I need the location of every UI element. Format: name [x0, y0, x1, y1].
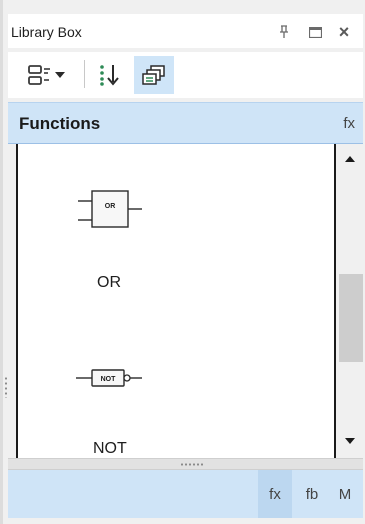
item-label-not: NOT	[93, 440, 127, 457]
library-box-panel: Library Box × Functions fx OR OR NOT NOT…	[0, 0, 365, 524]
scrollbar-thumb[interactable]	[339, 274, 363, 362]
scroll-up-button[interactable]	[336, 146, 363, 172]
sort-icon	[100, 65, 119, 86]
list-item-or[interactable]: OR OR	[18, 144, 334, 314]
scroll-down-arrow-icon	[344, 438, 355, 444]
vertical-scrollbar[interactable]	[336, 144, 363, 458]
scroll-down-button[interactable]	[336, 428, 363, 454]
tab-functions[interactable]: fx	[258, 470, 292, 518]
library-type-tabs: fx fb M	[8, 470, 363, 518]
pin-icon[interactable]	[273, 21, 295, 43]
functions-section-header[interactable]: Functions fx	[8, 102, 363, 144]
close-icon[interactable]: ×	[333, 21, 355, 43]
function-list[interactable]: OR OR NOT NOT	[16, 144, 336, 458]
scroll-up-arrow-icon	[344, 156, 355, 162]
item-label-or: OR	[97, 274, 121, 291]
not-block-icon: NOT	[76, 369, 142, 387]
or-block-icon: OR	[78, 190, 142, 228]
section-title: Functions	[19, 114, 101, 133]
panel-splitter[interactable]	[8, 458, 363, 470]
or-block-text: OR	[105, 203, 116, 210]
panel-title: Library Box	[11, 24, 82, 40]
toolbar-separator	[84, 60, 85, 88]
library-toolbar	[8, 52, 363, 98]
panel-title-bar: Library Box ×	[8, 14, 363, 48]
sort-button[interactable]	[90, 56, 130, 94]
list-view-dropdown-icon	[28, 65, 65, 85]
stacked-library-icon	[142, 65, 165, 85]
group-button[interactable]	[134, 56, 174, 94]
list-item-not[interactable]: NOT NOT	[18, 344, 334, 458]
resize-grip[interactable]	[4, 376, 8, 398]
tab-macros[interactable]: M	[330, 470, 360, 518]
maximize-icon[interactable]	[304, 21, 326, 43]
tab-function-blocks[interactable]: fb	[295, 470, 329, 518]
not-block-text: NOT	[101, 376, 117, 383]
panel-edge	[0, 0, 3, 524]
view-mode-dropdown-button[interactable]	[18, 56, 76, 94]
splitter-grip	[180, 463, 204, 466]
functions-fx-icon: fx	[343, 115, 355, 132]
